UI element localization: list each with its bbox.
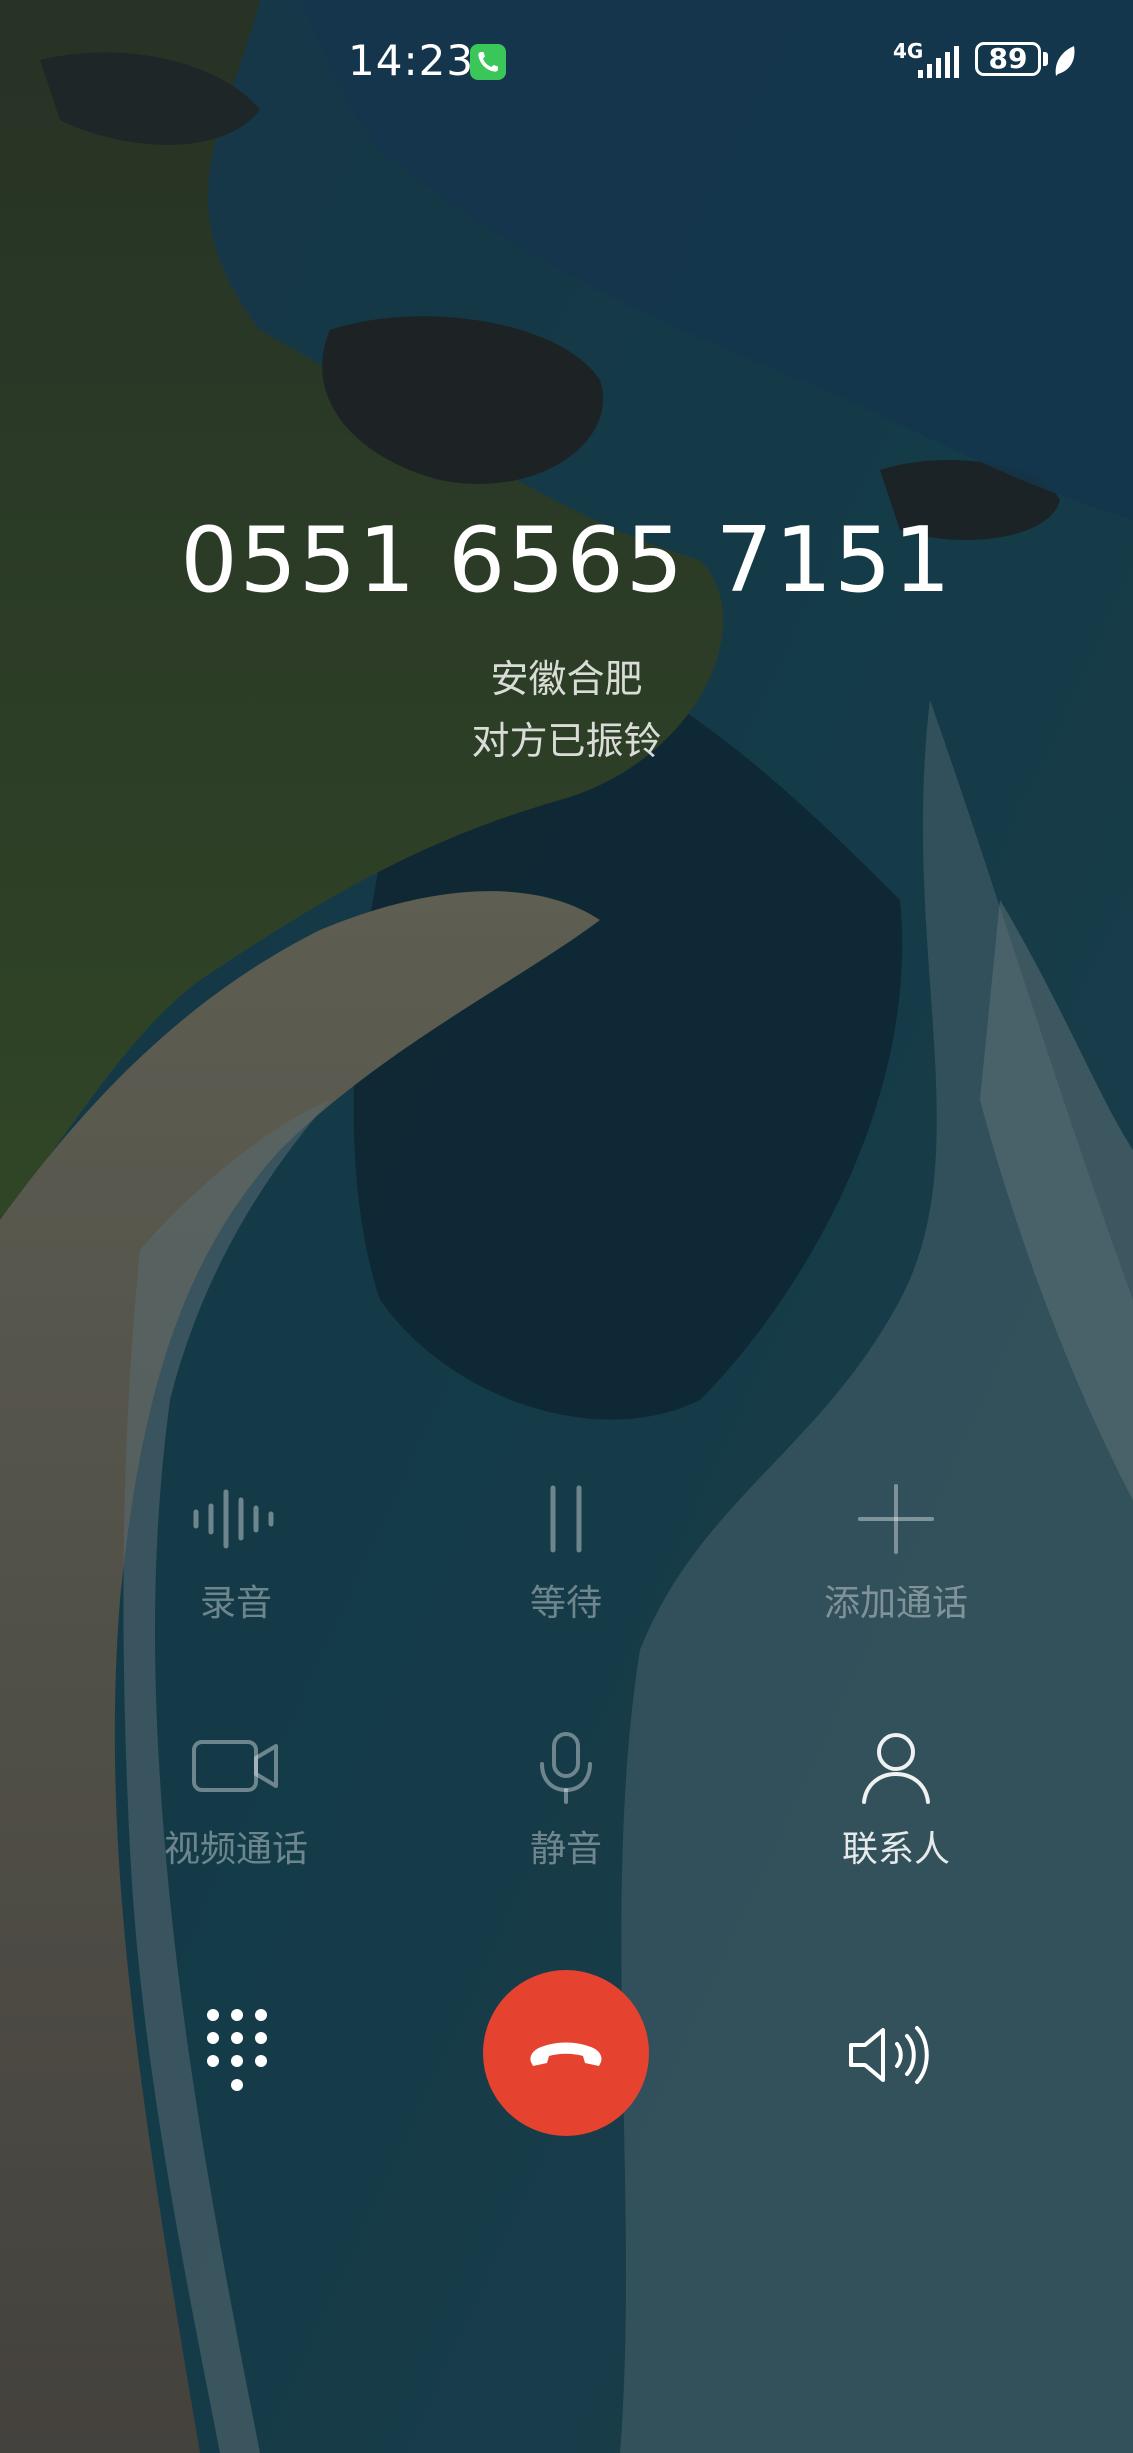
hang-up-button[interactable] bbox=[483, 1970, 649, 2136]
call-status: 对方已振铃 bbox=[471, 719, 662, 763]
mute-button[interactable]: 静音 bbox=[456, 1730, 676, 1880]
person-icon bbox=[862, 1733, 930, 1804]
hang-up-icon bbox=[530, 2042, 602, 2066]
video-camera-icon bbox=[192, 1740, 278, 1792]
caller-location: 安徽合肥 bbox=[490, 657, 643, 701]
contacts-label: 联系人 bbox=[841, 1829, 950, 1870]
video-call-label: 视频通话 bbox=[163, 1829, 308, 1870]
speaker-button[interactable] bbox=[845, 2020, 945, 2090]
signal-icon bbox=[918, 46, 959, 78]
leaf-icon bbox=[1055, 46, 1075, 76]
caller-number: 0551 6565 7151 bbox=[180, 508, 953, 613]
add-call-label: 添加通话 bbox=[823, 1583, 968, 1624]
contacts-button[interactable]: 联系人 bbox=[786, 1730, 1006, 1880]
record-label: 录音 bbox=[199, 1583, 272, 1624]
phone-call-indicator-icon[interactable] bbox=[470, 44, 506, 80]
battery-tip bbox=[1043, 52, 1048, 66]
hold-label: 等待 bbox=[529, 1583, 602, 1624]
video-call-button[interactable]: 视频通话 bbox=[126, 1730, 346, 1880]
microphone-icon bbox=[540, 1732, 592, 1804]
record-button[interactable]: 录音 bbox=[126, 1484, 346, 1634]
pause-icon bbox=[550, 1485, 582, 1553]
battery-level: 89 bbox=[988, 42, 1028, 75]
battery-icon: 89 bbox=[975, 42, 1041, 76]
status-time: 14:23 bbox=[348, 36, 475, 85]
call-screen: 14:23 4G 89 0551 6565 7151 安徽合肥 对方已振铃 录音… bbox=[0, 0, 1133, 2453]
dialpad-icon bbox=[207, 2009, 267, 2091]
mute-label: 静音 bbox=[529, 1829, 602, 1870]
plus-icon bbox=[858, 1484, 934, 1554]
speaker-icon bbox=[849, 2026, 929, 2084]
add-call-button[interactable]: 添加通话 bbox=[786, 1484, 1006, 1634]
waveform-icon bbox=[193, 1489, 274, 1549]
keypad-button[interactable] bbox=[195, 2005, 279, 2105]
hold-button[interactable]: 等待 bbox=[456, 1484, 676, 1634]
